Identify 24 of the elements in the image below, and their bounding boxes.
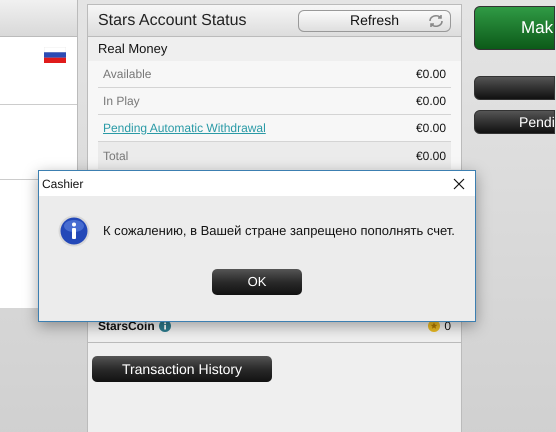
refresh-button[interactable]: Refresh [298, 10, 451, 32]
ok-button[interactable]: OK [212, 269, 302, 295]
flag-icon [44, 47, 66, 63]
section-heading: Real Money [98, 40, 168, 58]
row-value: €0.00 [416, 66, 446, 83]
side-button[interactable]: Pendi [474, 110, 555, 134]
dialog-message: К сожалению, в Вашей стране запрещено пополнять счет. [103, 222, 455, 240]
info-icon [58, 215, 90, 247]
dialog-title: Cashier [42, 176, 84, 192]
deposit-button[interactable]: Mak [474, 6, 555, 50]
row-label: In Play [103, 93, 140, 110]
transaction-history-button[interactable]: Transaction History [92, 356, 272, 382]
row-label: Available [103, 66, 152, 83]
starscoin-value: 0 [444, 318, 451, 334]
starscoin-label: StarsCoin [98, 318, 155, 334]
row-value: €0.00 [416, 148, 446, 164]
side-button[interactable] [474, 76, 555, 100]
refresh-icon [428, 14, 444, 28]
close-icon [453, 178, 465, 190]
row-label: Total [103, 148, 128, 164]
row-value: €0.00 [416, 120, 446, 137]
close-button[interactable] [451, 176, 467, 192]
row-value: €0.00 [416, 93, 446, 110]
panel-title: Stars Account Status [98, 10, 247, 30]
